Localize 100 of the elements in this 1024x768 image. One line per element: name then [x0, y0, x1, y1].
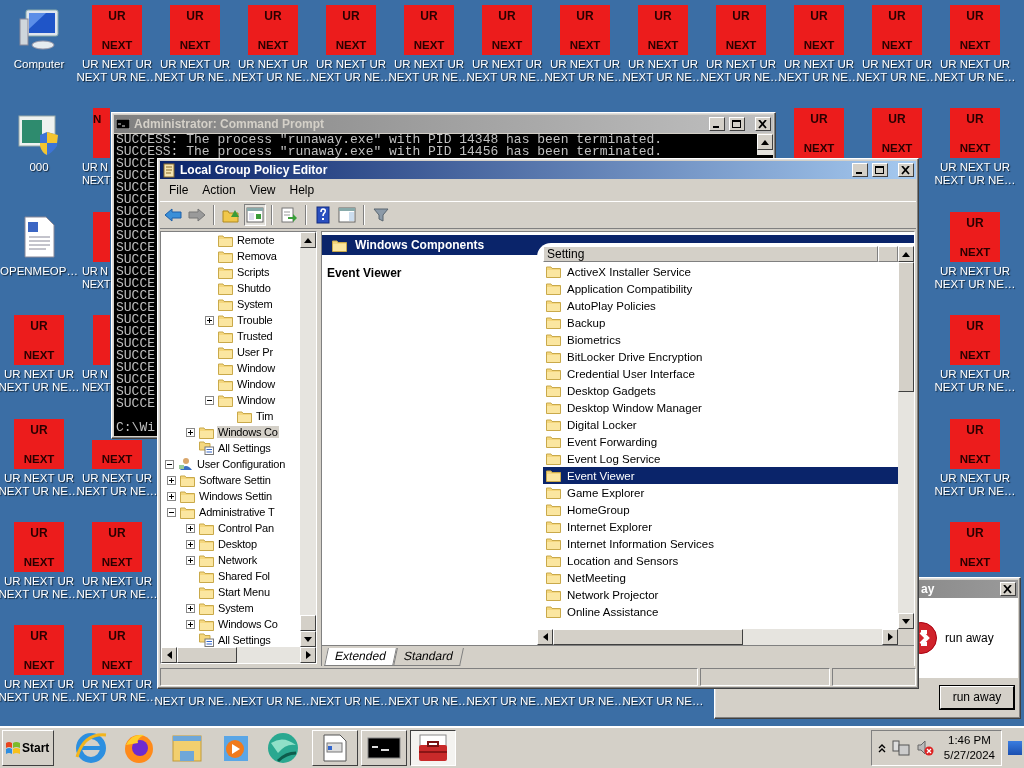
tree-item[interactable]: Window — [236, 362, 276, 374]
list-item[interactable]: HomeGroup — [543, 501, 898, 518]
tree-item[interactable]: Remova — [236, 250, 278, 262]
column-header[interactable]: Setting — [543, 246, 878, 262]
app-tile-icon[interactable]: UR NEXT — [170, 5, 220, 55]
expand-icon[interactable] — [167, 491, 176, 501]
list-item[interactable]: NetMeeting — [543, 569, 898, 586]
tree-item[interactable]: Scripts — [236, 266, 271, 278]
app-tile-icon[interactable]: UR NEXT — [14, 625, 64, 676]
expand-icon[interactable] — [186, 427, 195, 437]
expand-icon[interactable] — [186, 603, 195, 613]
list-item[interactable]: Event Log Service — [543, 450, 898, 467]
expand-icon[interactable] — [186, 619, 195, 629]
app-tile-icon[interactable]: UR NEXT — [872, 108, 922, 159]
tree-item[interactable]: Network — [217, 554, 258, 566]
tree-item[interactable]: System — [236, 298, 274, 310]
app-tile-icon[interactable]: UR NEXT — [248, 5, 298, 55]
tree-item[interactable]: Shared Fol — [217, 570, 271, 582]
list-item[interactable]: Internet Explorer — [543, 518, 898, 535]
list-item[interactable]: Biometrics — [543, 331, 898, 348]
app-tile-icon[interactable]: NEXT — [92, 439, 142, 469]
tree-item[interactable]: Remote — [236, 234, 276, 246]
app-tile-icon[interactable]: UR NEXT — [92, 625, 142, 676]
app-tile-icon[interactable]: UR NEXT — [404, 5, 454, 55]
run-away-button[interactable]: run away — [940, 685, 1014, 709]
list-item[interactable]: Network Projector — [543, 586, 898, 603]
app-tile-icon[interactable]: UR NEXT — [14, 521, 64, 572]
list-item[interactable]: Event Viewer — [543, 467, 898, 484]
app-tile-icon[interactable]: UR NEXT — [950, 315, 1000, 366]
tree-item[interactable]: Windows Co — [217, 618, 279, 630]
app-tile-icon[interactable]: UR NEXT — [950, 521, 1000, 572]
tree-item[interactable]: Tim — [255, 410, 275, 422]
tree-item[interactable]: Desktop — [217, 538, 258, 550]
app-tile-icon[interactable]: UR NEXT — [482, 5, 532, 55]
collapse-icon[interactable] — [165, 459, 174, 469]
list-item[interactable]: Internet Information Services — [543, 535, 898, 552]
left-arrow-icon[interactable] — [542, 633, 548, 641]
list-item[interactable]: Desktop Window Manager — [543, 399, 898, 416]
column-header[interactable] — [878, 246, 898, 262]
app-tile-icon[interactable]: UR NEXT — [950, 418, 1000, 469]
collapse-icon[interactable] — [205, 395, 214, 405]
tree-item[interactable]: Control Pan — [217, 522, 275, 534]
export-list-button[interactable] — [278, 204, 300, 226]
scroll-thumb[interactable] — [177, 647, 237, 663]
tree-item[interactable]: User Pr — [236, 346, 274, 358]
right-arrow-icon[interactable] — [305, 651, 311, 659]
list-item[interactable]: Desktop Gadgets — [543, 382, 898, 399]
tree-item[interactable]: Administrative T — [198, 506, 276, 518]
expand-icon[interactable] — [186, 555, 195, 565]
expand-icon[interactable] — [186, 523, 195, 533]
list-item[interactable]: Game Explorer — [543, 484, 898, 501]
tree-item[interactable]: All Settings — [217, 442, 272, 454]
tree-item[interactable]: Window — [236, 378, 276, 390]
list-item[interactable]: Location and Sensors — [543, 552, 898, 569]
maximize-button[interactable] — [872, 163, 888, 177]
list-item[interactable]: Digital Locker — [543, 416, 898, 433]
expand-icon[interactable] — [186, 539, 195, 549]
list-item[interactable]: Backup — [543, 314, 898, 331]
start-button[interactable]: Start — [2, 730, 54, 766]
right-arrow-icon[interactable] — [887, 633, 893, 641]
console-tree-button[interactable] — [244, 204, 266, 226]
tree-item[interactable]: Window — [236, 394, 276, 406]
tree-item[interactable]: User Configuration — [196, 458, 287, 470]
list-item[interactable]: Online Assistance — [543, 603, 898, 620]
network-icon[interactable] — [891, 739, 910, 757]
app-tile-icon[interactable]: N — [93, 108, 110, 159]
app-tile-icon[interactable]: UR NEXT — [872, 5, 922, 55]
app-tile-icon[interactable]: UR NEXT — [950, 108, 1000, 159]
menu-item[interactable]: File — [162, 181, 196, 199]
list-item[interactable]: Credential User Interface — [543, 365, 898, 382]
minimize-button[interactable] — [852, 163, 868, 177]
app-tile-icon[interactable]: UR NEXT — [794, 108, 844, 159]
tree-item[interactable]: Trouble — [236, 314, 274, 326]
computer-icon[interactable] — [16, 7, 62, 53]
tree-item[interactable]: Software Settin — [198, 474, 272, 486]
tree-item[interactable]: Windows Co — [217, 426, 279, 438]
app-tile-icon[interactable]: UR NEXT — [794, 5, 844, 55]
view-tab[interactable]: Extended — [324, 648, 397, 666]
list-item[interactable]: BitLocker Drive Encryption — [543, 348, 898, 365]
list-item[interactable]: Event Forwarding — [543, 433, 898, 450]
app-tile-icon[interactable]: UR NEXT — [14, 315, 64, 366]
scroll-thumb[interactable] — [300, 615, 316, 631]
app-tile-icon[interactable]: UR NEXT — [950, 211, 1000, 262]
scroll-thumb[interactable] — [898, 262, 914, 392]
down-arrow-icon[interactable] — [902, 618, 910, 624]
tree-item[interactable]: All Settings — [217, 634, 272, 646]
app-tile-icon[interactable]: UR NEXT — [14, 418, 64, 469]
expand-icon[interactable] — [167, 475, 176, 485]
app-tile-icon[interactable]: UR NEXT — [638, 5, 688, 55]
tree-item[interactable]: Windows Settin — [198, 490, 273, 502]
app-tile-icon[interactable]: UR NEXT — [716, 5, 766, 55]
speaker-muted-icon[interactable] — [915, 739, 934, 757]
list-item[interactable]: ActiveX Installer Service — [543, 263, 898, 280]
collapse-icon[interactable] — [167, 507, 176, 517]
tree-item[interactable]: Trusted — [236, 330, 274, 342]
menu-item[interactable]: Help — [282, 181, 322, 199]
app-tile-icon[interactable]: UR NEXT — [950, 5, 1000, 55]
tree-item[interactable]: Start Menu — [217, 586, 271, 598]
list-item[interactable]: Application Compatibility — [543, 280, 898, 297]
tree-item[interactable]: Shutdo — [236, 282, 272, 294]
